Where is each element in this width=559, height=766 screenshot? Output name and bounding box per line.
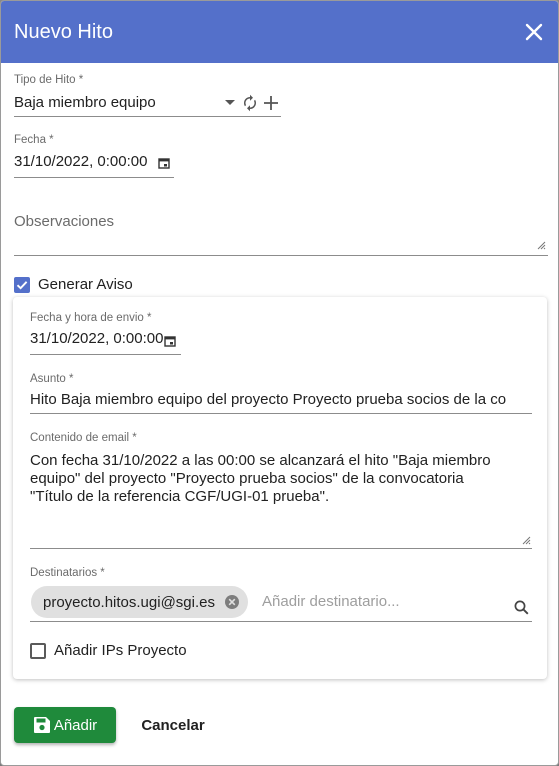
asunto-underline xyxy=(30,413,532,414)
observaciones-underline xyxy=(14,255,548,256)
anadir-button[interactable]: Añadir xyxy=(14,707,116,743)
search-icon xyxy=(514,600,528,614)
plus-icon xyxy=(264,96,278,110)
cancel-circle-icon xyxy=(224,595,239,609)
observaciones-resize-handle[interactable] xyxy=(536,240,546,250)
observaciones-label: Observaciones xyxy=(14,213,115,230)
dropdown-arrow[interactable] xyxy=(223,96,237,110)
contenido-email-label: Contenido de email * xyxy=(30,432,137,444)
asunto-label: Asunto * xyxy=(30,373,74,385)
fecha-calendar-button[interactable] xyxy=(157,156,171,170)
close-button[interactable] xyxy=(520,18,548,46)
destinatarios-underline xyxy=(30,621,532,622)
contenido-line: "Título de la referencia CGF/UGI-01 prue… xyxy=(30,488,330,505)
tipo-hito-label: Tipo de Hito * xyxy=(14,74,84,86)
refresh-icon xyxy=(244,94,256,112)
add-tipo-hito-button[interactable] xyxy=(262,93,280,113)
chip-remove-button[interactable] xyxy=(224,594,240,610)
fecha-underline xyxy=(14,177,174,178)
dialog-title: Nuevo Hito xyxy=(14,20,113,43)
calendar-icon xyxy=(158,158,170,169)
anadir-button-label: Añadir xyxy=(53,716,98,734)
fecha-input[interactable]: 31/10/2022, 0:00:00 xyxy=(14,153,147,170)
cancelar-button[interactable]: Cancelar xyxy=(129,707,217,743)
resize-handle-icon xyxy=(522,536,530,544)
fecha-envio-label: Fecha y hora de envio * xyxy=(30,312,152,324)
tipo-hito-underline xyxy=(14,116,281,117)
contenido-resize-handle[interactable] xyxy=(521,535,531,545)
check-icon xyxy=(16,281,28,290)
contenido-line: equipo" del proyecto "Proyecto prueba so… xyxy=(30,470,464,487)
destinatarios-label: Destinatarios * xyxy=(30,567,105,579)
anadir-ips-label: Añadir IPs Proyecto xyxy=(54,642,187,659)
save-icon xyxy=(33,717,50,733)
fecha-envio-calendar-button[interactable] xyxy=(163,334,177,348)
refresh-button[interactable] xyxy=(240,93,260,113)
dialog-header: Nuevo Hito xyxy=(1,1,558,63)
resize-handle-icon xyxy=(537,241,545,249)
asunto-input[interactable]: Hito Baja miembro equipo del proyecto Pr… xyxy=(30,391,532,408)
tipo-hito-select[interactable]: Baja miembro equipo xyxy=(14,94,156,111)
destinatario-chip[interactable]: proyecto.hitos.ugi@sgi.es xyxy=(31,586,248,618)
search-button[interactable] xyxy=(512,598,530,616)
destinatario-chip-label: proyecto.hitos.ugi@sgi.es xyxy=(43,593,215,611)
fecha-envio-underline xyxy=(30,354,181,355)
contenido-underline xyxy=(30,548,532,549)
destinatario-input[interactable]: Añadir destinatario... xyxy=(262,593,400,610)
fecha-envio-input[interactable]: 31/10/2022, 0:00:00 xyxy=(30,330,163,347)
close-icon xyxy=(525,23,543,41)
generar-aviso-label: Generar Aviso xyxy=(38,276,133,293)
calendar-icon xyxy=(164,336,176,347)
contenido-line: Con fecha 31/10/2022 a las 00:00 se alca… xyxy=(30,452,491,469)
nuevo-hito-dialog: Nuevo Hito Tipo de Hito * Baja miembro e… xyxy=(0,0,559,766)
contenido-email-textarea[interactable]: Con fecha 31/10/2022 a las 00:00 se alca… xyxy=(30,452,532,506)
arrow-drop-down-icon xyxy=(225,100,235,105)
fecha-label: Fecha * xyxy=(14,134,54,146)
anadir-ips-checkbox[interactable] xyxy=(30,643,46,659)
generar-aviso-checkbox[interactable] xyxy=(14,277,30,293)
observaciones-textarea[interactable] xyxy=(14,231,548,255)
